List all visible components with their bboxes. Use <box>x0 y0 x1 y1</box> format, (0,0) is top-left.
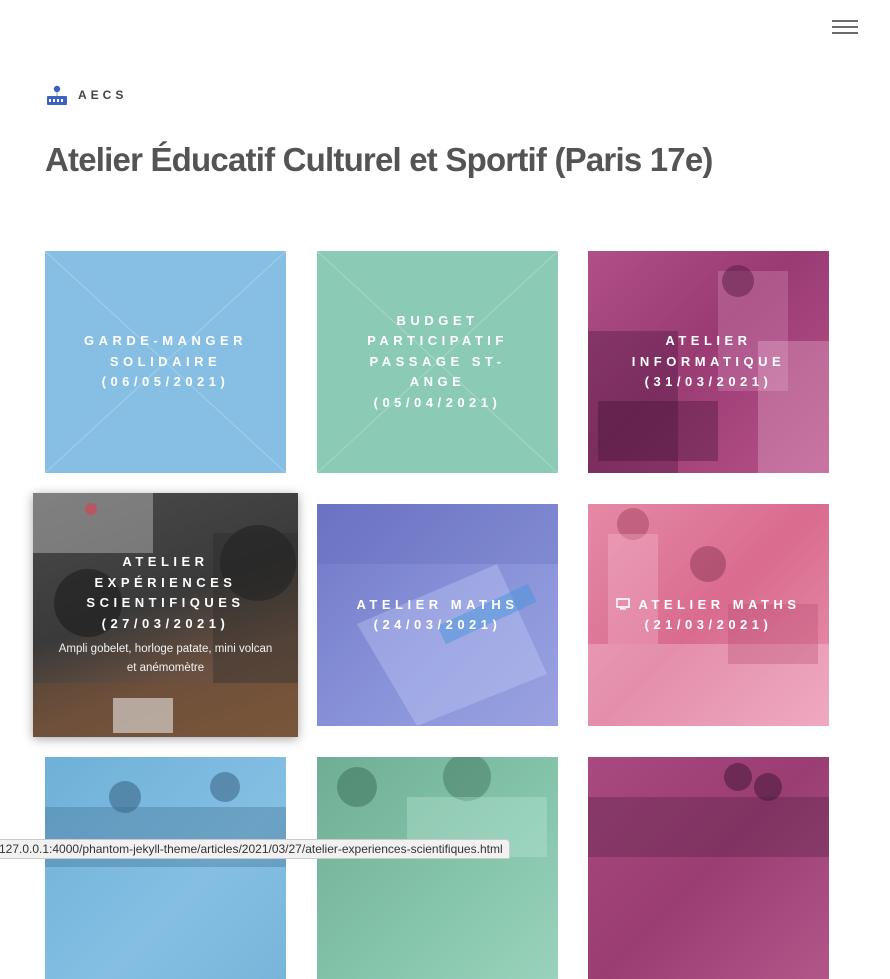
tile-atelier-maths-24[interactable]: Atelier maths (24/03/2021) <box>317 504 558 726</box>
tile-row3-2[interactable] <box>317 757 558 979</box>
tile-atelier-informatique[interactable]: Atelier informatique (31/03/2021) <box>588 251 829 473</box>
tile-description: Ampli gobelet, horloge patate, mini volc… <box>58 643 273 674</box>
tile-photo <box>588 763 829 857</box>
tile-photo <box>337 757 547 857</box>
tile-title: Atelier informatique (31/03/2021) <box>631 333 786 390</box>
tile-row3-3[interactable] <box>588 757 829 979</box>
logo-text: AECS <box>78 88 128 102</box>
tile-budget-participatif[interactable]: Budget participatif Passage St-Ange (05/… <box>317 251 558 473</box>
tile-title: Atelier expériences scientifiques (27/03… <box>86 554 245 631</box>
aecs-logo-icon <box>47 85 67 105</box>
tile-atelier-maths-21[interactable]: Atelier maths (21/03/2021) <box>588 504 829 726</box>
tile-row3-1[interactable] <box>45 757 286 979</box>
tile-title: Atelier maths (21/03/2021) <box>616 595 801 636</box>
tile-title: Budget participatif Passage St-Ange (05/… <box>367 312 508 410</box>
site-logo[interactable]: AECS <box>46 84 127 106</box>
status-bar-url: 127.0.0.1:4000/phantom-jekyll-theme/arti… <box>0 839 510 859</box>
tile-title: Garde-manger solidaire (06/05/2021) <box>83 333 248 390</box>
tile-atelier-experiences[interactable]: Atelier expériences scientifiques (27/03… <box>33 493 298 737</box>
tile-title: Atelier maths (24/03/2021) <box>356 596 519 633</box>
tile-photo <box>45 772 286 867</box>
hamburger-menu-icon[interactable] <box>832 19 858 37</box>
monitor-icon <box>616 597 631 609</box>
page-title: Atelier Éducatif Culturel et Sportif (Pa… <box>45 141 713 178</box>
tile-garde-manger[interactable]: Garde-manger solidaire (06/05/2021) <box>45 251 286 473</box>
